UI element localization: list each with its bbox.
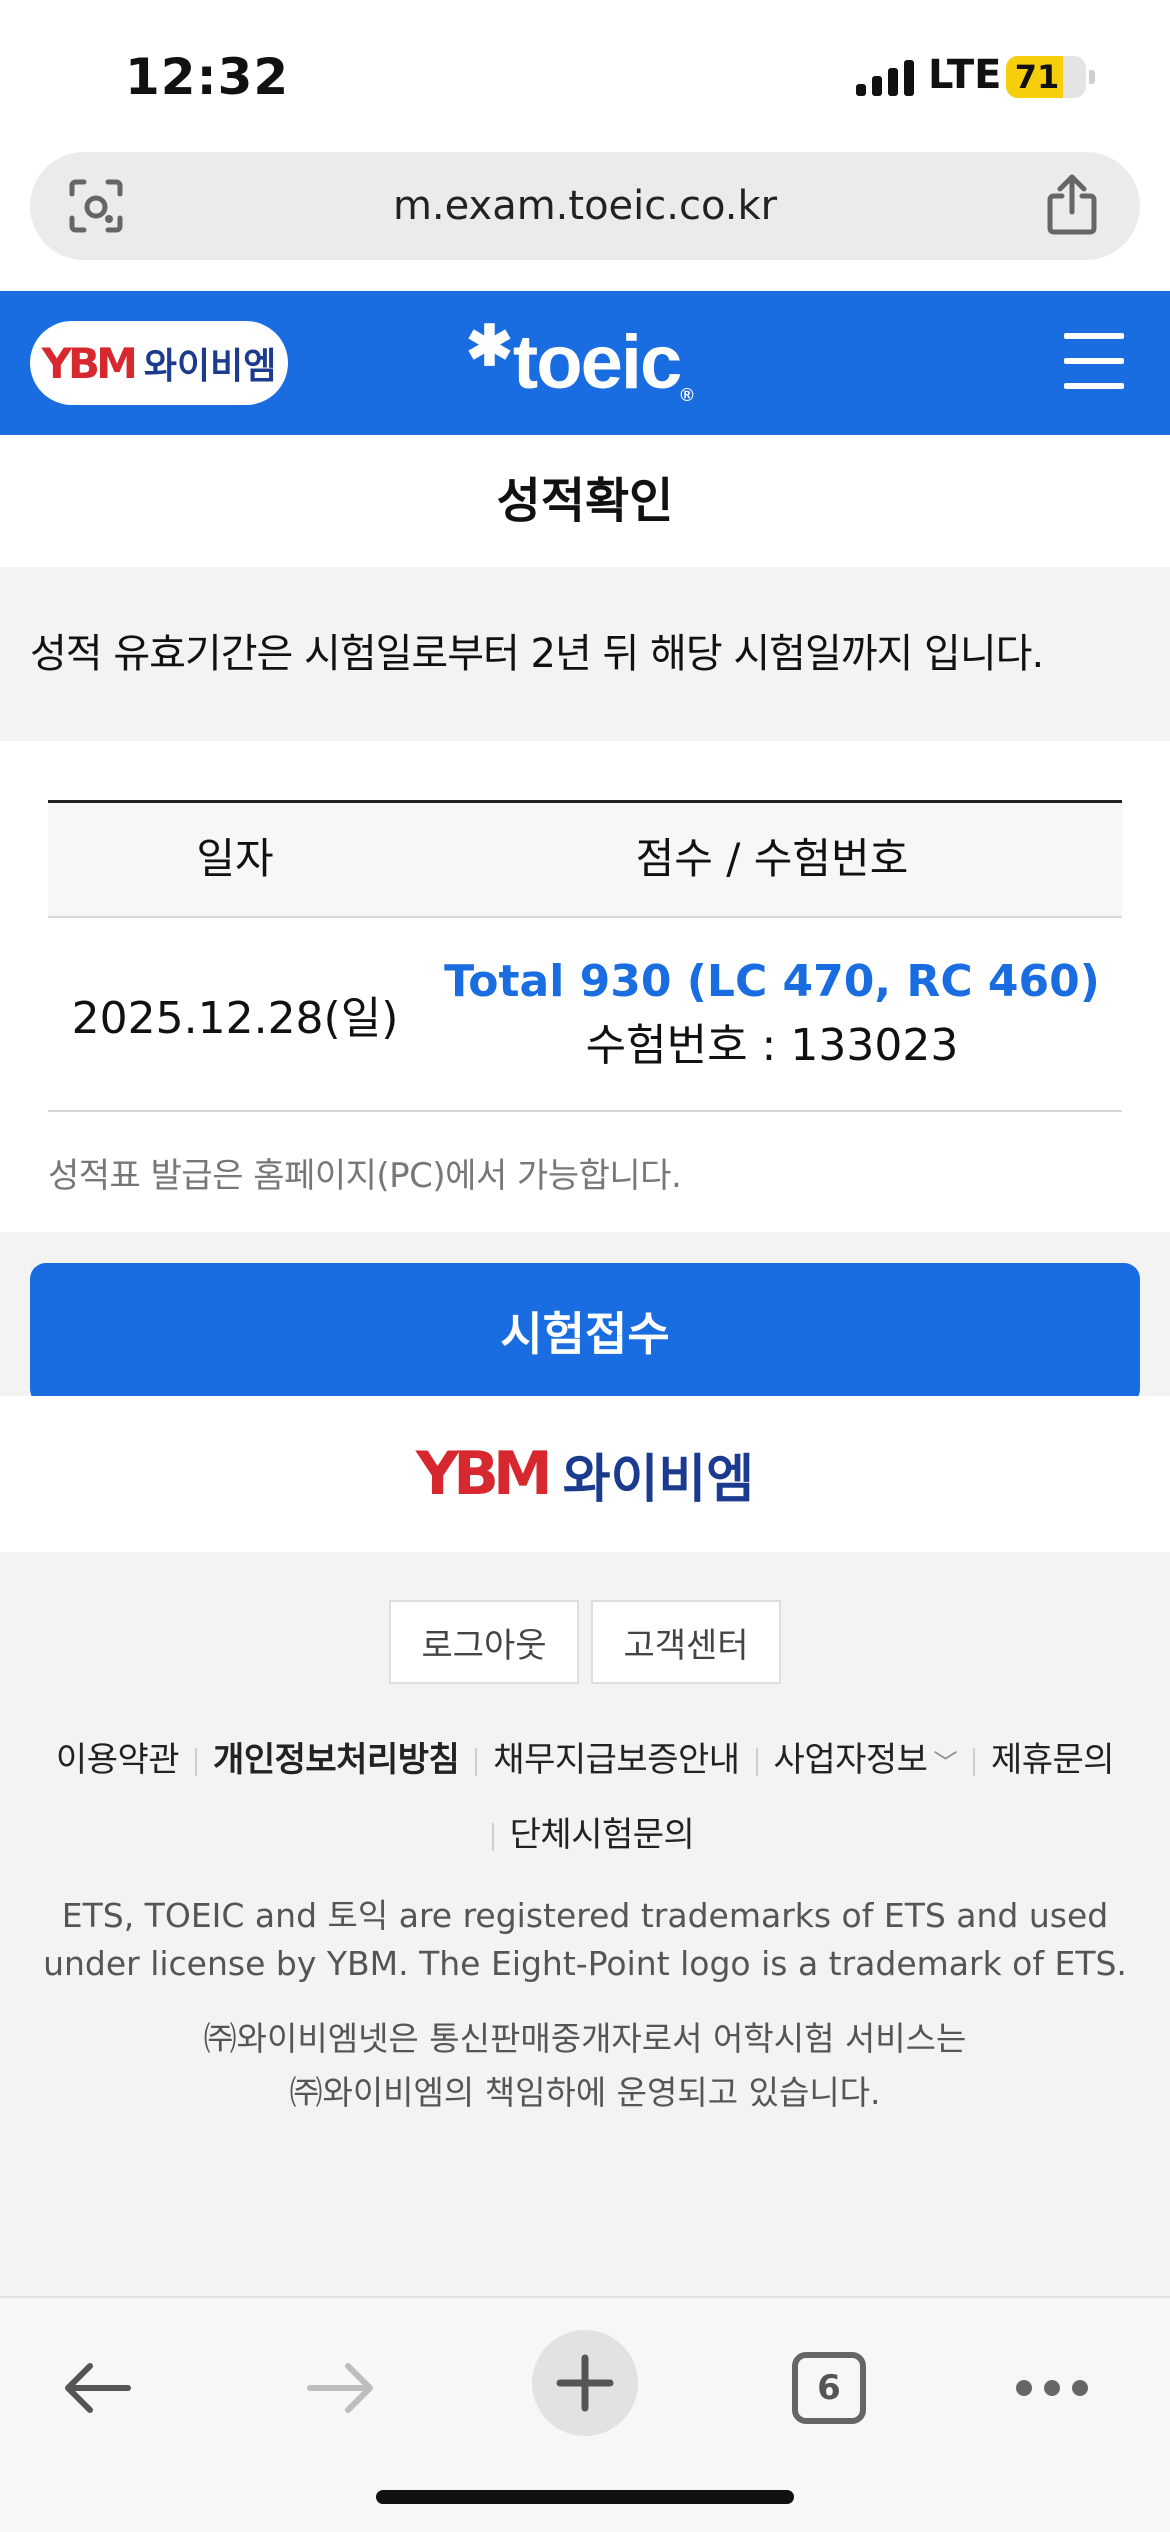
header-score: 점수 / 수험번호 xyxy=(635,834,909,883)
battery-level: 71 xyxy=(1014,58,1060,96)
footer-links: 이용약관 개인정보처리방침 채무지급보증안내 사업자정보 ﹀ 제휴문의단체시험문의 xyxy=(0,1724,1170,1871)
company-notice: ㈜와이비엠넷은 통신판매중개자로서 어학시험 서비스는 ㈜와이비엠의 책임하에 … xyxy=(30,2012,1140,2120)
menu-icon[interactable] xyxy=(1064,333,1124,389)
battery-icon: 71 xyxy=(1006,56,1086,98)
ybm-logo-text: 와이비엠 xyxy=(143,346,277,387)
footer-link-business-info[interactable]: 사업자정보 ﹀ xyxy=(773,1724,958,1799)
score-total-link[interactable]: Total 930 (LC 470, RC 460) xyxy=(422,950,1122,1014)
registered-icon: ® xyxy=(680,385,693,405)
validity-notice-text: 성적 유효기간은 시험일로부터 2년 뒤 해당 시험일까지 입니다. xyxy=(30,631,1044,677)
footer-link-partnership[interactable]: 제휴문의 xyxy=(991,1724,1115,1796)
toeic-logo-text: toeic xyxy=(512,320,682,405)
support-button[interactable]: 고객센터 xyxy=(591,1600,781,1684)
table-row: 2025.12.28(일) Total 930 (LC 470, RC 460)… xyxy=(48,918,1122,1112)
header-date: 일자 xyxy=(196,834,274,883)
footer: 로그아웃 고객센터 이용약관 개인정보처리방침 채무지급보증안내 사업자정보 ﹀ 제휴문의… xyxy=(0,1552,1170,2296)
battery-cap xyxy=(1089,70,1095,84)
url-text: m.exam.toeic.co.kr xyxy=(392,183,778,229)
back-arrow-icon[interactable] xyxy=(60,2358,132,2418)
score-cell: Total 930 (LC 470, RC 460) 수험번호 : 133023 xyxy=(422,950,1122,1078)
more-icon[interactable] xyxy=(1016,2376,1088,2400)
footer-link-guarantee[interactable]: 채무지급보증안내 xyxy=(493,1724,740,1796)
score-table: 일자 점수 / 수험번호 2025.12.28(일) Total 930 (LC… xyxy=(48,800,1122,1112)
footer-ybm-mark: YBM xyxy=(415,1439,553,1509)
ybm-logo-link[interactable]: YBM 와이비엠 xyxy=(30,321,288,405)
plus-icon xyxy=(556,2354,614,2412)
tabs-button[interactable]: 6 xyxy=(792,2352,866,2424)
exam-id: 수험번호 : 133023 xyxy=(585,1020,959,1071)
trademark-notice: ETS, TOEIC and 토익 are registered tradema… xyxy=(43,1896,1127,1983)
footer-link-terms[interactable]: 이용약관 xyxy=(56,1724,180,1796)
footer-link-privacy[interactable]: 개인정보처리방침 xyxy=(213,1724,460,1796)
site-header: YBM 와이비엠 ✱toeic® xyxy=(0,291,1170,435)
footer-link-group-exam[interactable]: 단체시험문의 xyxy=(510,1799,695,1871)
toeic-logo[interactable]: ✱toeic® xyxy=(466,314,694,406)
forward-arrow-icon[interactable] xyxy=(306,2358,378,2418)
business-info-label: 사업자정보 xyxy=(773,1740,928,1780)
company-notice-line2: ㈜와이비엠의 책임하에 운영되고 있습니다. xyxy=(289,2073,881,2112)
signal-icon xyxy=(856,58,914,96)
new-tab-button[interactable] xyxy=(532,2330,638,2436)
page-title: 성적확인 xyxy=(496,473,674,529)
company-notice-line1: ㈜와이비엠넷은 통신판매중개자로서 어학시험 서비스는 xyxy=(203,2019,967,2058)
footer-ybm-text: 와이비엠 xyxy=(562,1449,755,1510)
home-indicator xyxy=(376,2490,794,2504)
footer-logo[interactable]: YBM 와이비엠 xyxy=(0,1396,1170,1552)
status-time: 12:32 xyxy=(125,48,290,106)
report-note: 성적표 발급은 홈페이지(PC)에서 가능합니다. xyxy=(48,1156,682,1196)
network-type: LTE xyxy=(928,52,1002,98)
exam-register-button[interactable]: 시험접수 xyxy=(30,1263,1140,1405)
footer-buttons: 로그아웃 고객센터 xyxy=(0,1600,1170,1684)
share-icon[interactable] xyxy=(1044,174,1100,236)
exam-date: 2025.12.28(일) xyxy=(71,993,399,1044)
logout-button[interactable]: 로그아웃 xyxy=(389,1600,579,1684)
table-header: 일자 점수 / 수험번호 xyxy=(48,800,1122,918)
asterisk-icon: ✱ xyxy=(466,314,513,377)
validity-notice: 성적 유효기간은 시험일로부터 2년 뒤 해당 시험일까지 입니다. xyxy=(0,567,1170,741)
chevron-down-icon: ﹀ xyxy=(933,1749,957,1777)
ybm-logo-mark: YBM xyxy=(41,338,138,388)
status-bar: 12:32 LTE 71 xyxy=(0,0,1170,150)
url-bar[interactable]: m.exam.toeic.co.kr xyxy=(30,152,1140,260)
